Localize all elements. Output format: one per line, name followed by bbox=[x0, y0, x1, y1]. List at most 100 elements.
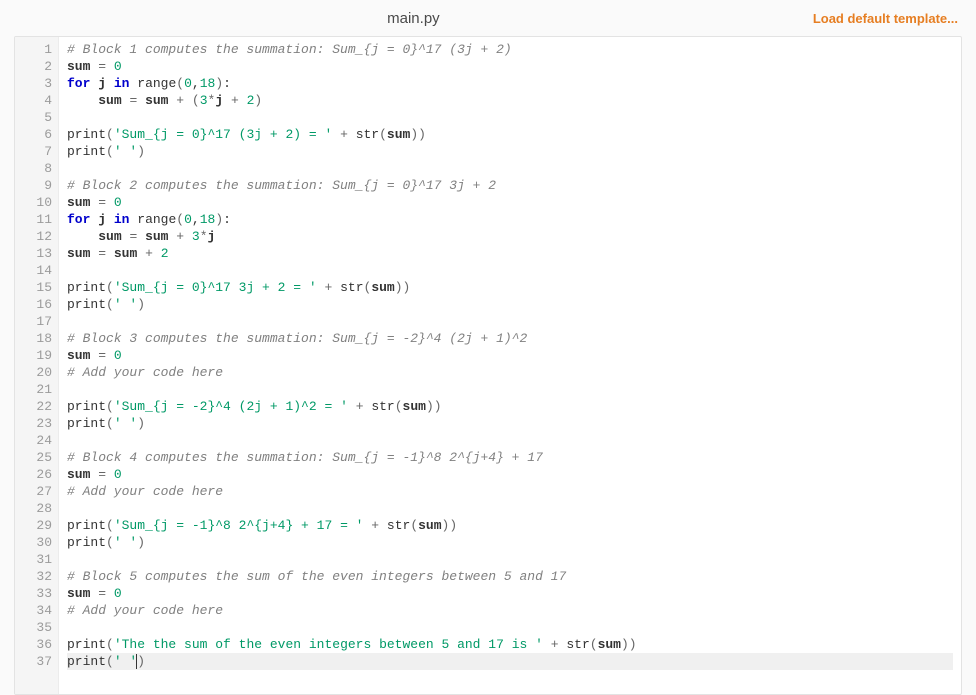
code-line[interactable]: # Block 1 computes the summation: Sum_{j… bbox=[67, 41, 953, 58]
number-token: 0 bbox=[114, 348, 122, 363]
code-line[interactable] bbox=[67, 551, 953, 568]
paren-token: ( bbox=[379, 127, 387, 142]
number-token: 0 bbox=[184, 212, 192, 227]
line-number: 16 bbox=[25, 296, 52, 313]
plain-token bbox=[153, 246, 161, 261]
code-line[interactable]: sum = 0 bbox=[67, 347, 953, 364]
code-line[interactable] bbox=[67, 500, 953, 517]
op-token: * bbox=[200, 229, 208, 244]
line-number: 5 bbox=[25, 109, 52, 126]
code-line[interactable]: sum = 0 bbox=[67, 194, 953, 211]
code-line[interactable]: for j in range(0,18): bbox=[67, 211, 953, 228]
builtin-token: str bbox=[566, 637, 589, 652]
string-token: ' ' bbox=[114, 416, 137, 431]
builtin-token: str bbox=[356, 127, 379, 142]
paren-token: ( bbox=[106, 399, 114, 414]
code-line[interactable]: print(' ') bbox=[67, 415, 953, 432]
paren-token: ) bbox=[137, 144, 145, 159]
plain-token bbox=[239, 93, 247, 108]
code-line[interactable]: # Block 4 computes the summation: Sum_{j… bbox=[67, 449, 953, 466]
code-line[interactable]: for j in range(0,18): bbox=[67, 75, 953, 92]
variable-token: sum bbox=[67, 586, 90, 601]
code-line[interactable]: print(' ') bbox=[67, 296, 953, 313]
line-number: 33 bbox=[25, 585, 52, 602]
code-line[interactable]: print('Sum_{j = -2}^4 (2j + 1)^2 = ' + s… bbox=[67, 398, 953, 415]
code-line[interactable]: # Add your code here bbox=[67, 602, 953, 619]
editor-panel: 1234567891011121314151617181920212223242… bbox=[14, 36, 962, 695]
code-line[interactable]: print('Sum_{j = 0}^17 (3j + 2) = ' + str… bbox=[67, 126, 953, 143]
code-line[interactable]: sum = sum + (3*j + 2) bbox=[67, 92, 953, 109]
func-token: print bbox=[67, 518, 106, 533]
code-line[interactable] bbox=[67, 619, 953, 636]
code-line[interactable]: print(' ') bbox=[67, 534, 953, 551]
func-token: print bbox=[67, 297, 106, 312]
line-number: 3 bbox=[25, 75, 52, 92]
variable-token: sum bbox=[145, 229, 168, 244]
comment-token: # Block 4 computes the summation: Sum_{j… bbox=[67, 450, 543, 465]
code-line[interactable] bbox=[67, 313, 953, 330]
op-token: = bbox=[98, 467, 106, 482]
code-line[interactable]: print(' ') bbox=[67, 653, 953, 670]
paren-token: ( bbox=[176, 76, 184, 91]
plain-token bbox=[106, 76, 114, 91]
code-line[interactable] bbox=[67, 432, 953, 449]
paren-token: ( bbox=[106, 518, 114, 533]
code-line[interactable]: # Block 2 computes the summation: Sum_{j… bbox=[67, 177, 953, 194]
code-line[interactable]: # Block 3 computes the summation: Sum_{j… bbox=[67, 330, 953, 347]
code-line[interactable]: sum = 0 bbox=[67, 585, 953, 602]
code-line[interactable] bbox=[67, 262, 953, 279]
variable-token: sum bbox=[371, 280, 394, 295]
string-token: ' ' bbox=[114, 144, 137, 159]
code-line[interactable]: # Add your code here bbox=[67, 364, 953, 381]
plain-token bbox=[543, 637, 551, 652]
code-line[interactable]: print('Sum_{j = -1}^8 2^{j+4} + 17 = ' +… bbox=[67, 517, 953, 534]
variable-token: sum bbox=[387, 127, 410, 142]
code-line[interactable]: sum = sum + 3*j bbox=[67, 228, 953, 245]
op-token: = bbox=[98, 195, 106, 210]
plain-token bbox=[106, 467, 114, 482]
plain-token bbox=[106, 195, 114, 210]
string-token: ' ' bbox=[114, 654, 137, 669]
code-line[interactable]: print('The the sum of the even integers … bbox=[67, 636, 953, 653]
line-number: 23 bbox=[25, 415, 52, 432]
plain-token: : bbox=[223, 76, 231, 91]
code-line[interactable]: # Add your code here bbox=[67, 483, 953, 500]
load-template-link[interactable]: Load default template... bbox=[813, 11, 962, 26]
op-token: + bbox=[176, 93, 184, 108]
code-content[interactable]: # Block 1 computes the summation: Sum_{j… bbox=[59, 37, 961, 694]
plain-token bbox=[223, 93, 231, 108]
code-line[interactable]: sum = sum + 2 bbox=[67, 245, 953, 262]
line-number: 19 bbox=[25, 347, 52, 364]
line-number: 11 bbox=[25, 211, 52, 228]
line-number: 15 bbox=[25, 279, 52, 296]
filename-label: main.py bbox=[14, 10, 813, 27]
comment-token: # Block 2 computes the summation: Sum_{j… bbox=[67, 178, 496, 193]
code-line[interactable]: print(' ') bbox=[67, 143, 953, 160]
paren-token: ( bbox=[106, 280, 114, 295]
variable-token: sum bbox=[98, 93, 121, 108]
code-line[interactable]: # Block 5 computes the sum of the even i… bbox=[67, 568, 953, 585]
variable-token: sum bbox=[67, 246, 90, 261]
code-editor[interactable]: 1234567891011121314151617181920212223242… bbox=[15, 37, 961, 694]
code-line[interactable]: sum = 0 bbox=[67, 466, 953, 483]
number-token: 18 bbox=[200, 76, 216, 91]
func-token: print bbox=[67, 654, 106, 669]
code-line[interactable] bbox=[67, 381, 953, 398]
code-line[interactable]: sum = 0 bbox=[67, 58, 953, 75]
paren-token: )) bbox=[395, 280, 411, 295]
paren-token: ( bbox=[590, 637, 598, 652]
string-token: 'Sum_{j = -2}^4 (2j + 1)^2 = ' bbox=[114, 399, 348, 414]
line-number: 29 bbox=[25, 517, 52, 534]
paren-token: ) bbox=[137, 416, 145, 431]
variable-token: sum bbox=[114, 246, 137, 261]
op-token: + bbox=[231, 93, 239, 108]
plain-token bbox=[184, 93, 192, 108]
paren-token: ) bbox=[137, 654, 145, 669]
paren-token: ( bbox=[410, 518, 418, 533]
code-line[interactable] bbox=[67, 109, 953, 126]
paren-token: ( bbox=[106, 654, 114, 669]
code-line[interactable]: print('Sum_{j = 0}^17 3j + 2 = ' + str(s… bbox=[67, 279, 953, 296]
variable-token: j bbox=[98, 212, 106, 227]
code-line[interactable] bbox=[67, 160, 953, 177]
line-number: 24 bbox=[25, 432, 52, 449]
